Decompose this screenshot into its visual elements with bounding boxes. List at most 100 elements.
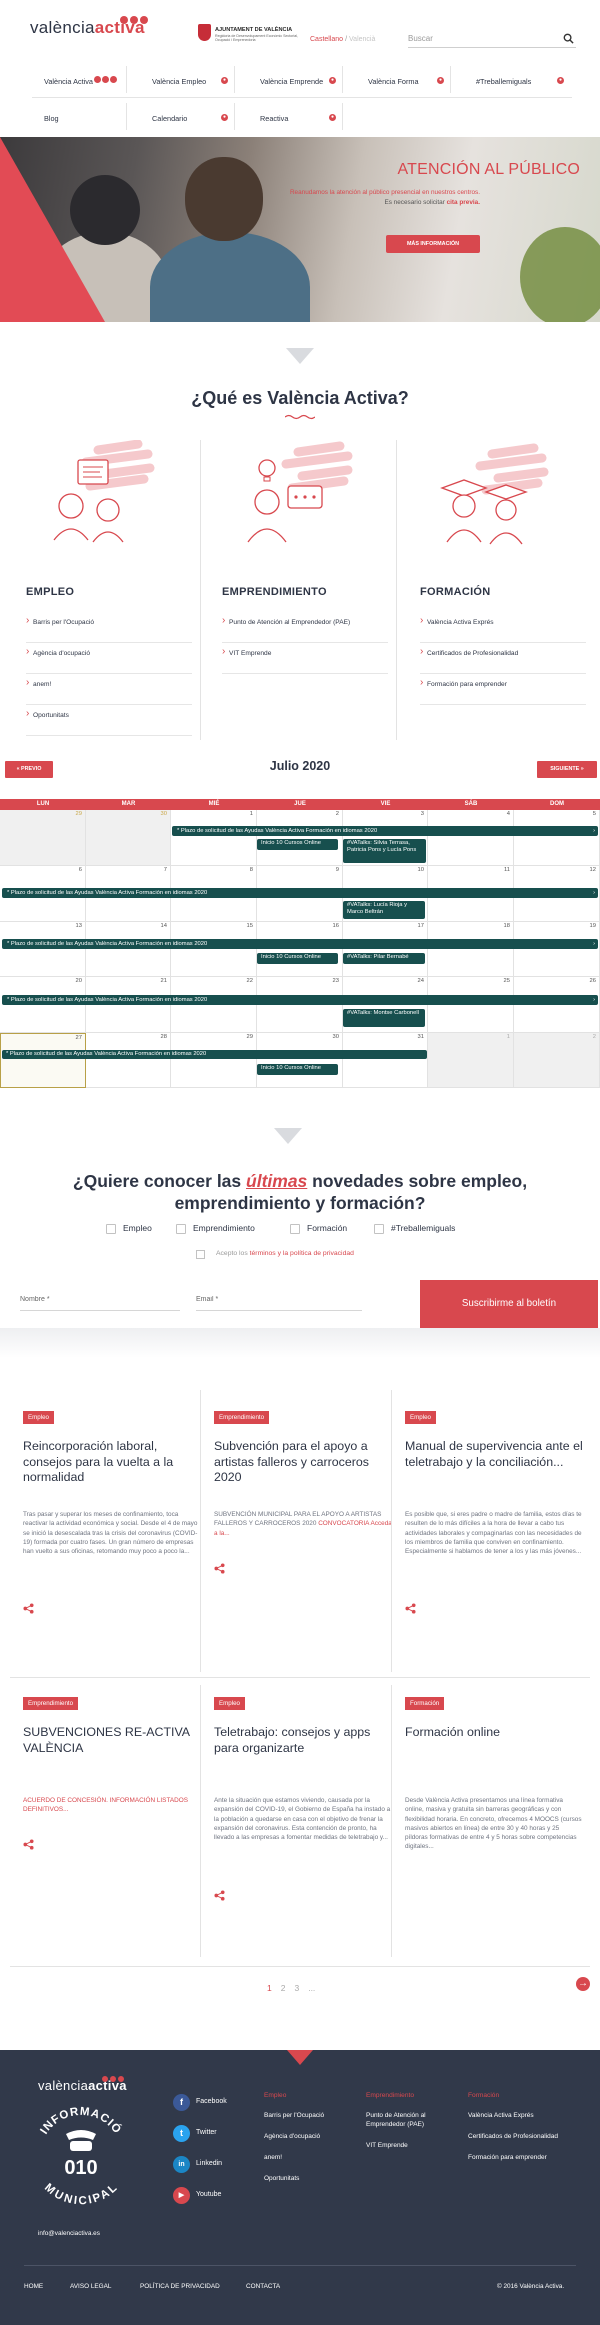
news-category-badge[interactable]: Emprendimiento [214, 1411, 270, 1424]
calendar-day[interactable]: 29 [171, 1033, 257, 1088]
calendar-day[interactable]: 20 [0, 977, 86, 1033]
calendar-day[interactable]: 5 [514, 810, 600, 866]
calendar-event-bar[interactable]: * Plazo de solicitud de las Ayudas Valèn… [2, 995, 598, 1005]
news-title[interactable]: Reincorporación laboral, consejos para l… [23, 1439, 201, 1486]
footer-link[interactable]: anem! [264, 2153, 356, 2162]
calendar-day[interactable]: 17 [343, 922, 428, 977]
calendar-day[interactable]: 30 [86, 810, 171, 866]
footer-link[interactable]: Punto de Atención al Emprendedor (PAE) [366, 2111, 458, 2129]
nav-item-valencia-emprende[interactable]: València Emprende ● [248, 66, 343, 93]
privacy-checkbox[interactable] [196, 1250, 205, 1259]
next-page-arrow-icon[interactable]: → [576, 1977, 590, 1991]
calendar-day[interactable]: 13 [0, 922, 86, 977]
privacy-link[interactable]: términos y la política de privacidad [250, 1250, 354, 1257]
calendar-event[interactable]: * Plazo de solicitud de las Ayudas Valèn… [2, 1050, 427, 1060]
news-category-badge[interactable]: Empleo [214, 1697, 245, 1710]
calendar-day[interactable]: 23 [257, 977, 343, 1033]
calendar-day[interactable]: 21 [86, 977, 171, 1033]
calendar-day[interactable]: 30 [257, 1033, 343, 1088]
footer-link[interactable]: Formación para emprender [468, 2153, 560, 2162]
footer-contact-link[interactable]: CONTACTA [246, 2283, 280, 2290]
nav-item-blog[interactable]: Blog [32, 103, 127, 130]
page-link[interactable]: 1 [267, 1983, 272, 1993]
nav-item-calendario[interactable]: Calendario ● [140, 103, 235, 130]
footer-link[interactable]: VIT Emprende [366, 2141, 458, 2150]
share-icon[interactable] [23, 1603, 34, 1614]
pillar-link[interactable]: VIT Emprende [222, 643, 388, 674]
news-category-badge[interactable]: Emprendimiento [23, 1697, 79, 1710]
calendar-day[interactable]: 31 [343, 1033, 428, 1088]
share-icon[interactable] [214, 1890, 225, 1901]
footer-home-link[interactable]: HOME [24, 2283, 43, 2290]
search-input[interactable] [408, 30, 548, 47]
calendar-event[interactable]: Inicio 10 Cursos Online [257, 839, 338, 850]
calendar-day[interactable]: 26 [514, 977, 600, 1033]
footer-legal-link[interactable]: AVISO LEGAL [70, 2283, 111, 2290]
calendar-day[interactable]: 29 [0, 810, 86, 866]
calendar-event-bar[interactable]: * Plazo de solicitud de las Ayudas Valèn… [2, 939, 598, 949]
pillar-link[interactable]: Formación para emprender [420, 674, 586, 705]
pillar-link[interactable]: Agència d'ocupació [26, 643, 192, 674]
pillar-link[interactable]: València Activa Exprés [420, 612, 586, 643]
email-field[interactable] [196, 1289, 362, 1309]
pillar-link[interactable]: anem! [26, 674, 192, 705]
hero-more-info-button[interactable]: MÁS INFORMACIÓN [386, 235, 480, 253]
calendar-day[interactable]: 18 [428, 922, 514, 977]
news-title[interactable]: Formación online [405, 1725, 583, 1741]
name-field[interactable] [20, 1289, 180, 1309]
nav-item-valencia-forma[interactable]: València Forma ● [356, 66, 451, 93]
calendar-day[interactable]: 22 [171, 977, 257, 1033]
calendar-day[interactable]: 28 [86, 1033, 171, 1088]
calendar-day[interactable]: 16 [257, 922, 343, 977]
news-title[interactable]: SUBVENCIONES RE-ACTIVA VALÈNCIA [23, 1725, 201, 1756]
calendar-event[interactable]: #VATalks: Lucía Rioja y Marco Beltrán [343, 901, 425, 919]
calendar-event[interactable]: #VATalks: Montse Carbonell [343, 1009, 425, 1027]
news-title[interactable]: Teletrabajo: consejos y apps para organi… [214, 1725, 392, 1756]
calendar-event[interactable]: #VATalks: Silvia Terrasa, Patricia Pons … [343, 839, 426, 863]
footer-link[interactable]: València Activa Exprés [468, 2111, 560, 2120]
share-icon[interactable] [23, 1839, 34, 1850]
pillar-link[interactable]: Certificados de Profesionalidad [420, 643, 586, 674]
calendar-day[interactable]: 27 [0, 1033, 86, 1088]
calendar-next-button[interactable]: SIGUIENTE » [537, 761, 597, 778]
nav-item-treballemiguals[interactable]: #Treballemiguals ● [464, 66, 572, 93]
subscribe-button[interactable]: Suscribirme al boletín [420, 1280, 598, 1328]
calendar-event[interactable]: Inicio 10 Cursos Online [257, 1064, 338, 1075]
calendar-day[interactable]: 2 [257, 810, 343, 866]
lang-castellano[interactable]: Castellano [310, 36, 343, 43]
pillar-link[interactable]: Punto de Atención al Emprendedor (PAE) [222, 612, 388, 643]
calendar-day[interactable]: 25 [428, 977, 514, 1033]
calendar-day[interactable]: 19 [514, 922, 600, 977]
nav-item-valencia-activa[interactable]: València Activa [32, 66, 127, 93]
ajuntament-logo[interactable]: AJUNTAMENT DE VALÈNCIA Regidoria de Dese… [198, 24, 298, 46]
pillar-link[interactable]: Oportunitats [26, 705, 192, 736]
footer-email-link[interactable]: info@valenciactiva.es [38, 2230, 100, 2237]
footer-link[interactable]: Oportunitats [264, 2174, 356, 2183]
calendar-day[interactable]: 14 [86, 922, 171, 977]
news-category-badge[interactable]: Empleo [23, 1411, 54, 1424]
calendar-prev-button[interactable]: « PREVIO [5, 761, 53, 778]
nav-item-reactiva[interactable]: Reactiva ● [248, 103, 343, 130]
news-category-badge[interactable]: Formación [405, 1697, 445, 1710]
news-title[interactable]: Subvención para el apoyo a artistas fall… [214, 1439, 392, 1486]
nav-item-valencia-empleo[interactable]: València Empleo ● [140, 66, 235, 93]
page-link[interactable]: 2 [281, 1983, 286, 1993]
footer-link[interactable]: Barris per l'Ocupació [264, 2111, 356, 2120]
calendar-event[interactable]: #VATalks: Pilar Bernabé [343, 953, 425, 964]
calendar-day[interactable]: 15 [171, 922, 257, 977]
lang-valencia[interactable]: Valencià [349, 36, 375, 43]
news-title[interactable]: Manual de supervivencia ante el teletrab… [405, 1439, 583, 1470]
calendar-day[interactable]: 1 [428, 1033, 514, 1088]
calendar-day[interactable]: 2 [514, 1033, 600, 1088]
share-icon[interactable] [214, 1563, 225, 1574]
share-icon[interactable] [405, 1603, 416, 1614]
news-category-badge[interactable]: Empleo [405, 1411, 436, 1424]
footer-link[interactable]: Agència d'ocupació [264, 2132, 356, 2141]
search-icon[interactable] [563, 33, 574, 44]
footer-link[interactable]: Certificados de Profesionalidad [468, 2132, 560, 2141]
page-link[interactable]: 3 [294, 1983, 299, 1993]
calendar-day[interactable]: 4 [428, 810, 514, 866]
calendar-event[interactable]: Inicio 10 Cursos Online [257, 953, 338, 964]
calendar-event-bar[interactable]: * Plazo de solicitud de las Ayudas Valèn… [172, 826, 598, 836]
footer-privacy-link[interactable]: POLÍTICA DE PRIVACIDAD [140, 2283, 220, 2290]
